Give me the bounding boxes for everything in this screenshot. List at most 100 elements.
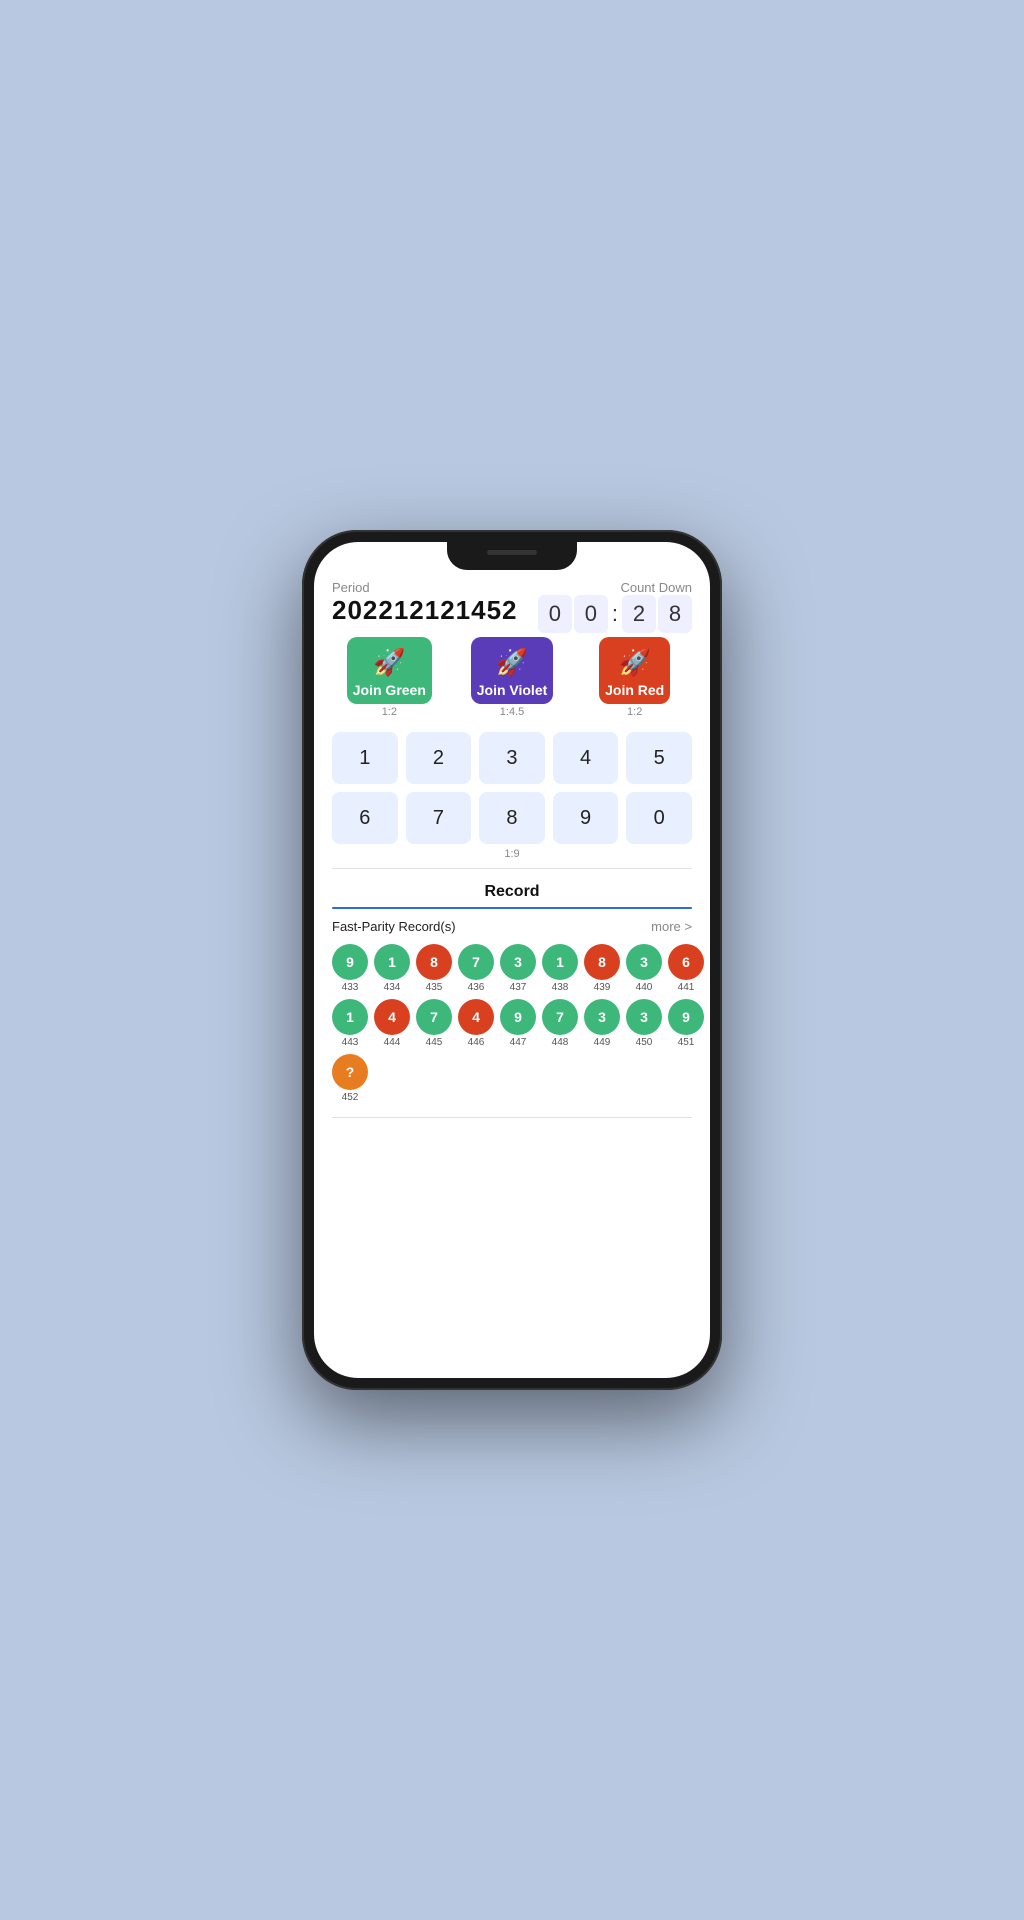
join-green-ratio: 1:2 <box>382 706 397 718</box>
num-btn-0[interactable]: 0 <box>626 792 692 844</box>
record-item: 3 449 <box>584 999 620 1048</box>
join-red-wrapper: 🚀 Join Red 1:2 <box>577 637 692 718</box>
speaker <box>487 550 537 555</box>
record-item: 8 439 <box>584 944 620 993</box>
countdown-d4: 8 <box>658 595 692 633</box>
record-circle-451a: 9 <box>668 999 704 1035</box>
record-item: 9 433 <box>332 944 368 993</box>
join-green-wrapper: 🚀 Join Green 1:2 <box>332 637 447 718</box>
join-violet-button[interactable]: 🚀 Join Violet <box>471 637 554 704</box>
record-item: 4 444 <box>374 999 410 1048</box>
record-title: Record <box>332 873 692 907</box>
record-circle-441: 6 <box>668 944 704 980</box>
record-num-451a: 451 <box>678 1037 695 1048</box>
record-circle-448: 7 <box>542 999 578 1035</box>
join-green-label: Join Green <box>353 682 426 698</box>
num-btn-7[interactable]: 7 <box>406 792 472 844</box>
record-circle-438: 1 <box>542 944 578 980</box>
record-circle-447: 9 <box>500 999 536 1035</box>
join-red-ratio: 1:2 <box>627 706 642 718</box>
record-item: 1 434 <box>374 944 410 993</box>
join-green-button[interactable]: 🚀 Join Green <box>347 637 432 704</box>
record-num-434: 434 <box>384 982 401 993</box>
record-num-437: 437 <box>510 982 527 993</box>
record-circle-433: 9 <box>332 944 368 980</box>
record-item: ? 452 <box>332 1054 368 1103</box>
record-num-436: 436 <box>468 982 485 993</box>
divider-top <box>332 868 692 869</box>
join-red-label: Join Red <box>605 682 664 698</box>
record-item: 8 435 <box>416 944 452 993</box>
bottom-space <box>332 1122 692 1162</box>
join-red-button[interactable]: 🚀 Join Red <box>599 637 670 704</box>
record-circle-434: 1 <box>374 944 410 980</box>
period-value: 202212121452 <box>332 595 518 626</box>
more-link[interactable]: more > <box>651 919 692 934</box>
record-num-440: 440 <box>636 982 653 993</box>
period-label: Period <box>332 580 518 595</box>
record-item: 6 441 <box>668 944 704 993</box>
join-violet-ratio: 1:4.5 <box>500 706 524 718</box>
num-btn-2[interactable]: 2 <box>406 732 472 784</box>
join-violet-label: Join Violet <box>477 682 548 698</box>
record-item: 3 437 <box>500 944 536 993</box>
record-num-450: 450 <box>636 1037 653 1048</box>
record-row-2: 1 443 4 444 7 445 4 446 <box>332 999 692 1048</box>
countdown-colon: : <box>610 601 620 627</box>
num-btn-8[interactable]: 8 <box>479 792 545 844</box>
record-circle-435: 8 <box>416 944 452 980</box>
num-btn-3[interactable]: 3 <box>479 732 545 784</box>
record-num-438: 438 <box>552 982 569 993</box>
record-circle-443: 1 <box>332 999 368 1035</box>
countdown-label: Count Down <box>538 580 692 595</box>
num-btn-5[interactable]: 5 <box>626 732 692 784</box>
num-btn-9[interactable]: 9 <box>553 792 619 844</box>
record-item: 1 443 <box>332 999 368 1048</box>
join-violet-wrapper: 🚀 Join Violet 1:4.5 <box>455 637 570 718</box>
num-btn-6[interactable]: 6 <box>332 792 398 844</box>
record-num-446: 446 <box>468 1037 485 1048</box>
record-item: 9 447 <box>500 999 536 1048</box>
record-num-433: 433 <box>342 982 359 993</box>
record-num-449: 449 <box>594 1037 611 1048</box>
rocket-icon-green: 🚀 <box>373 647 405 678</box>
record-num-445: 445 <box>426 1037 443 1048</box>
record-item: 4 446 <box>458 999 494 1048</box>
fast-parity-header: Fast-Parity Record(s) more > <box>332 919 692 934</box>
record-underline <box>332 907 692 909</box>
record-circle-452: ? <box>332 1054 368 1090</box>
record-circle-436: 7 <box>458 944 494 980</box>
period-section: Period 202212121452 <box>332 580 518 626</box>
record-circle-444: 4 <box>374 999 410 1035</box>
record-circle-439: 8 <box>584 944 620 980</box>
record-num-435: 435 <box>426 982 443 993</box>
grid-ratio: 1:9 <box>332 848 692 860</box>
countdown-d1: 0 <box>538 595 572 633</box>
record-item: 7 445 <box>416 999 452 1048</box>
record-item: 7 436 <box>458 944 494 993</box>
record-item: 1 438 <box>542 944 578 993</box>
record-item: 3 450 <box>626 999 662 1048</box>
countdown-d2: 0 <box>574 595 608 633</box>
record-row-3: ? 452 <box>332 1054 692 1103</box>
phone-frame: Period 202212121452 Count Down 0 0 : 2 8 <box>302 530 722 1390</box>
join-buttons-row: 🚀 Join Green 1:2 🚀 Join Violet 1:4.5 🚀 <box>332 637 692 718</box>
rocket-icon-violet: 🚀 <box>496 647 528 678</box>
num-btn-1[interactable]: 1 <box>332 732 398 784</box>
record-circle-445: 7 <box>416 999 452 1035</box>
phone-screen: Period 202212121452 Count Down 0 0 : 2 8 <box>314 542 710 1378</box>
record-num-441: 441 <box>678 982 695 993</box>
record-circle-450: 3 <box>626 999 662 1035</box>
countdown-display: 0 0 : 2 8 <box>538 595 692 633</box>
record-circle-440: 3 <box>626 944 662 980</box>
record-circle-446: 4 <box>458 999 494 1035</box>
notch <box>447 542 577 570</box>
rocket-icon-red: 🚀 <box>618 647 650 678</box>
record-rows: 9 433 1 434 8 435 7 436 <box>332 944 692 1103</box>
countdown-d3: 2 <box>622 595 656 633</box>
record-num-447: 447 <box>510 1037 527 1048</box>
header-row: Period 202212121452 Count Down 0 0 : 2 8 <box>332 580 692 633</box>
record-num-448: 448 <box>552 1037 569 1048</box>
num-btn-4[interactable]: 4 <box>553 732 619 784</box>
record-num-439: 439 <box>594 982 611 993</box>
